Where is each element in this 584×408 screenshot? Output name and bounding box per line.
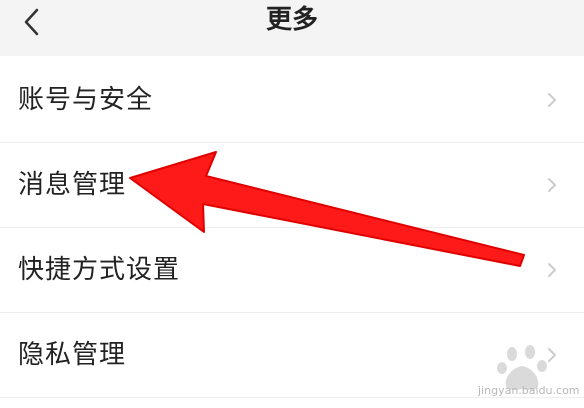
chevron-right-icon xyxy=(548,263,556,277)
app-header: 更多 xyxy=(0,0,584,56)
watermark-text: jingyan.baidu.com xyxy=(478,384,580,397)
settings-item-account-security[interactable]: 账号与安全 xyxy=(0,58,584,143)
settings-item-shortcut-settings[interactable]: 快捷方式设置 xyxy=(0,228,584,313)
settings-item-label: 消息管理 xyxy=(18,170,127,200)
settings-item-label: 快捷方式设置 xyxy=(18,255,181,285)
settings-item-label: 账号与安全 xyxy=(18,85,154,115)
chevron-right-icon xyxy=(548,93,556,107)
settings-item-message-management[interactable]: 消息管理 xyxy=(0,143,584,228)
page-title: 更多 xyxy=(265,5,318,35)
settings-item-label: 隐私管理 xyxy=(18,340,127,370)
chevron-right-icon xyxy=(548,178,556,192)
